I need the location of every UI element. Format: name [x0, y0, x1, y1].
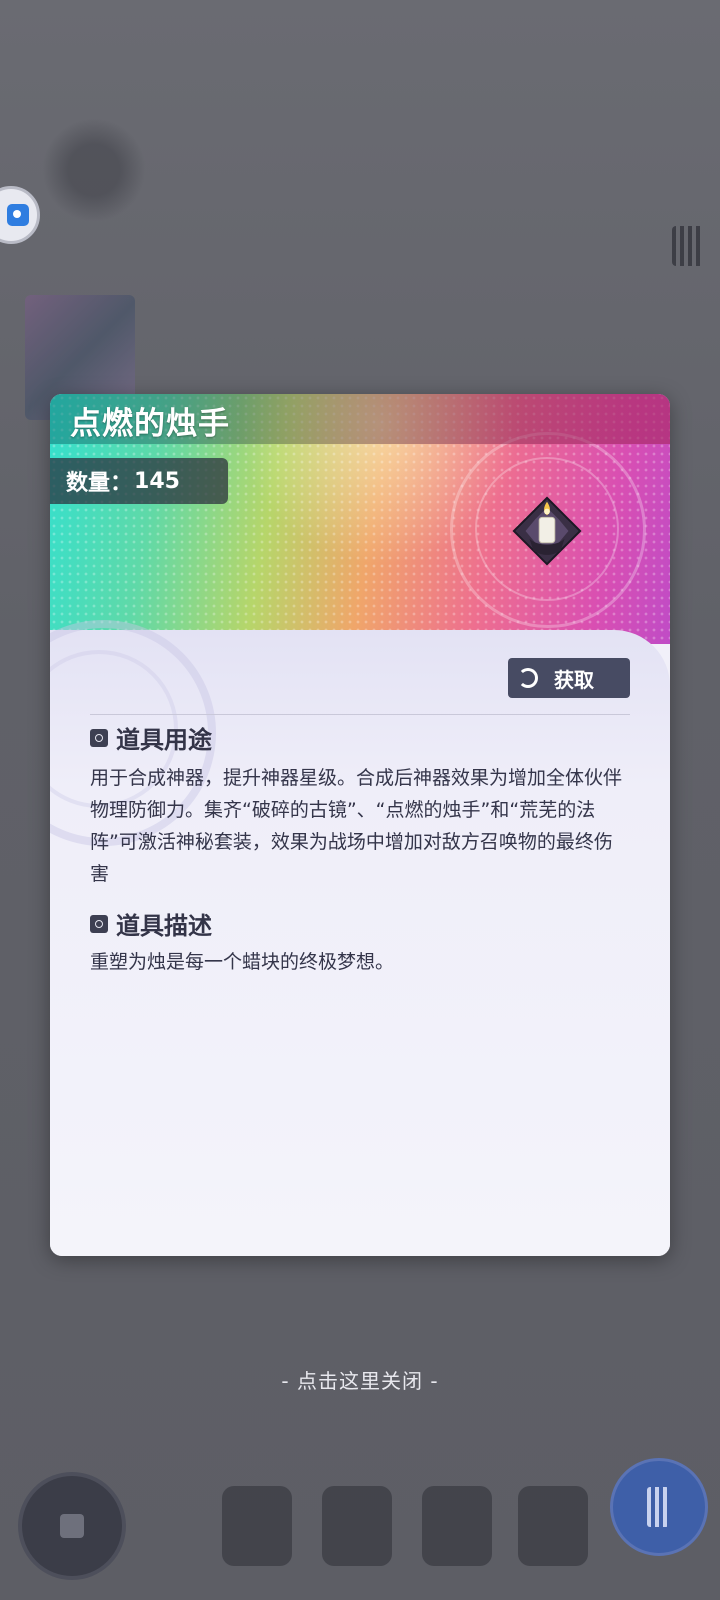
- game-logo: [18, 110, 208, 230]
- bottom-navigation: [0, 1430, 720, 1600]
- close-hint[interactable]: - 点击这里关闭 -: [0, 1365, 720, 1394]
- item-detail-dialog: 点燃的烛手 数量： 145 获取 道具用途 用于合成神器，提升神器星级。合成后神…: [50, 394, 670, 1256]
- acquire-button[interactable]: 获取: [508, 658, 630, 698]
- item-name: 点燃的烛手: [70, 406, 230, 442]
- usage-title: 道具用途: [116, 726, 212, 754]
- quantity-badge: 数量： 145: [50, 458, 228, 504]
- aperture-icon: [518, 668, 538, 688]
- assistant-icon: [7, 204, 29, 226]
- description-heading: 道具描述: [90, 906, 212, 941]
- candle-hand-icon: [512, 496, 582, 566]
- background-glyph-icon: [672, 226, 704, 266]
- usage-text: 用于合成神器，提升神器星级。合成后神器效果为增加全体伙伴物理防御力。集齐“破碎的…: [90, 767, 623, 885]
- nav-shop-icon[interactable]: [518, 1486, 588, 1566]
- nav-bag-button[interactable]: [610, 1458, 708, 1556]
- nav-character-icon[interactable]: [222, 1486, 292, 1566]
- bullet-icon: [90, 728, 108, 747]
- nav-equipment-icon[interactable]: [422, 1486, 492, 1566]
- quantity-label: 数量：: [66, 471, 133, 496]
- nav-main-button[interactable]: [18, 1472, 126, 1580]
- quantity-value: 145: [134, 468, 180, 494]
- nav-team-icon[interactable]: [322, 1486, 392, 1566]
- dialog-header: 点燃的烛手 数量： 145: [50, 394, 670, 644]
- description-title: 道具描述: [116, 912, 212, 940]
- usage-heading: 道具用途: [90, 720, 212, 755]
- acquire-label: 获取: [554, 667, 594, 692]
- description-text: 重塑为烛是每一个蜡块的终极梦想。: [90, 951, 395, 973]
- bullet-icon: [90, 914, 108, 933]
- divider: [90, 714, 630, 715]
